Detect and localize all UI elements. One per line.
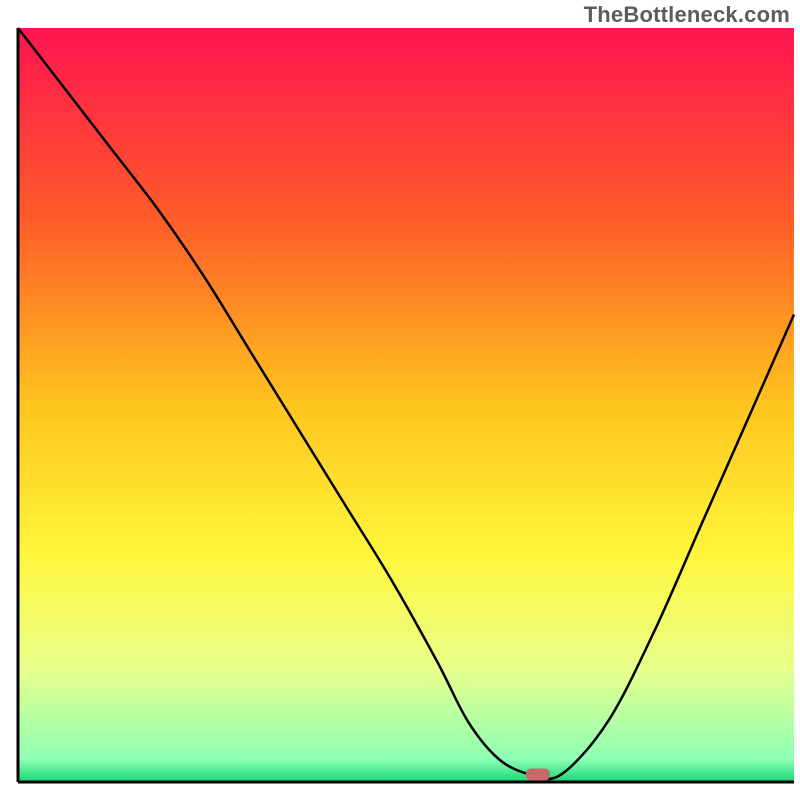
- watermark-text: TheBottleneck.com: [584, 2, 790, 28]
- bottleneck-chart: [0, 0, 800, 800]
- plot-background: [18, 28, 794, 782]
- chart-frame: TheBottleneck.com: [0, 0, 800, 800]
- optimal-marker: [526, 768, 550, 780]
